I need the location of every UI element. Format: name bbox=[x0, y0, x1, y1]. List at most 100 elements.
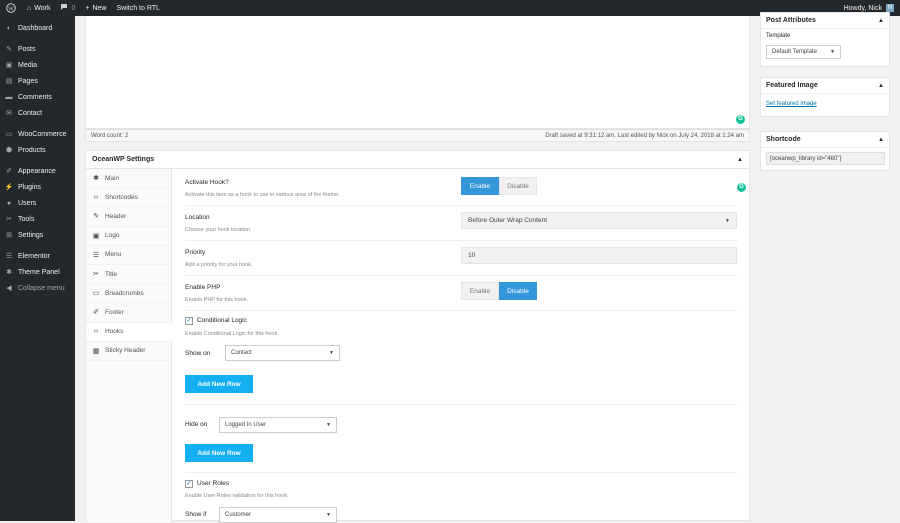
disable-button[interactable]: Disable bbox=[499, 282, 537, 300]
disable-button[interactable]: Disable bbox=[499, 177, 537, 195]
code-icon: ‹› bbox=[93, 193, 99, 201]
sidebar-item-settings[interactable]: ⊞ Settings bbox=[0, 227, 75, 243]
howdy-text: Howdy, Nick bbox=[843, 4, 882, 12]
sidebar-item-dashboard[interactable]: ◐ Dashboard bbox=[0, 20, 75, 36]
site-name-link[interactable]: ⌂ Work bbox=[22, 0, 55, 16]
tab-logo[interactable]: ▣ Logo bbox=[86, 227, 171, 246]
hide-on-label: Hide on bbox=[185, 421, 208, 428]
divider bbox=[185, 275, 737, 276]
sidebar-item-tools[interactable]: ✂ Tools bbox=[0, 211, 75, 227]
tab-header[interactable]: ✎ Header bbox=[86, 207, 171, 227]
sidebar-item-contact[interactable]: ✉ Contact bbox=[0, 105, 75, 121]
priority-input[interactable]: 10 bbox=[461, 247, 737, 264]
products-icon: ⬢ bbox=[5, 147, 13, 154]
location-select[interactable]: Before Outer Wrap Content ▼ bbox=[461, 212, 737, 229]
chevron-down-icon: ▼ bbox=[830, 49, 835, 55]
sidebar-item-pages[interactable]: ▤ Pages bbox=[0, 73, 75, 89]
post-attributes-header[interactable]: Post Attributes ▲ bbox=[761, 13, 889, 29]
show-on-select[interactable]: Contact ▼ bbox=[225, 345, 340, 361]
shortcode-box: Shortcode ▲ [oceanwp_library id="460"] bbox=[760, 131, 890, 171]
featured-image-box: Featured Image ▲ Set featured image bbox=[760, 77, 890, 117]
oceanwp-settings-header[interactable]: OceanWP Settings ▲ bbox=[86, 151, 749, 169]
sidebar-item-posts[interactable]: ✎ Posts bbox=[0, 41, 75, 57]
gear-icon: ✱ bbox=[6, 269, 12, 276]
enable-php-label: Enable PHP bbox=[185, 284, 221, 291]
pages-icon: ▤ bbox=[5, 78, 13, 85]
sidebar-item-appearance[interactable]: ✐ Appearance bbox=[0, 163, 75, 179]
template-select[interactable]: Default Template ▼ bbox=[766, 45, 841, 59]
activate-hook-label: Activate Hook? bbox=[185, 179, 229, 186]
box-title: Featured Image bbox=[766, 82, 818, 89]
comment-bubble-icon bbox=[60, 3, 68, 13]
sidebar-item-media[interactable]: ▣ Media bbox=[0, 57, 75, 73]
sidebar-item-products[interactable]: ⬢ Products bbox=[0, 142, 75, 158]
collapse-menu-button[interactable]: ◀ Collapse menu bbox=[0, 280, 75, 296]
conditional-logic-label: Conditional Logic bbox=[197, 317, 247, 324]
plus-icon: + bbox=[85, 4, 90, 12]
woo-icon: ▭ bbox=[5, 131, 13, 138]
activate-hook-toggle: Enable Disable bbox=[461, 177, 537, 195]
collapse-toggle-icon[interactable]: ▲ bbox=[878, 18, 884, 24]
sidebar-item-elementor[interactable]: ☰ Elementor bbox=[0, 248, 75, 264]
featured-image-header[interactable]: Featured Image ▲ bbox=[761, 78, 889, 94]
add-new-row-button[interactable]: Add New Row bbox=[185, 444, 253, 462]
new-label: New bbox=[92, 4, 107, 12]
comments-count: 0 bbox=[71, 4, 76, 12]
tab-main[interactable]: ✱ Main bbox=[86, 169, 171, 189]
word-count: Word count: 2 bbox=[91, 132, 129, 139]
tab-title[interactable]: ✂ Title bbox=[86, 265, 171, 285]
tab-breadcrumbs[interactable]: ▭ Breadcrumbs bbox=[86, 284, 171, 304]
content-editor[interactable]: G bbox=[85, 16, 750, 129]
breadcrumbs-icon: ▭ bbox=[92, 290, 100, 298]
wordpress-logo-icon[interactable]: W bbox=[0, 0, 22, 16]
sidebar-item-theme-panel[interactable]: ✱ Theme Panel bbox=[0, 264, 75, 280]
show-on-label: Show on bbox=[185, 350, 211, 357]
location-desc: Choose your hook location. bbox=[185, 227, 252, 233]
sidebar-item-comments[interactable]: ▬ Comments bbox=[0, 89, 75, 105]
template-label: Template bbox=[766, 33, 791, 39]
settings-tabs: ✱ Main ‹› Shortcodes ✎ Header ▣ Logo ☰ Menu ✂… bbox=[86, 169, 172, 522]
sidebar-item-users[interactable]: ● Users bbox=[0, 195, 75, 211]
show-if-label: Show if bbox=[185, 511, 207, 518]
priority-label: Priority bbox=[185, 249, 206, 256]
elementor-icon: ☰ bbox=[5, 253, 13, 260]
media-icon: ▣ bbox=[5, 62, 13, 69]
user-roles-label: User Roles bbox=[197, 480, 230, 487]
sidebar-item-plugins[interactable]: ⚡ Plugins bbox=[0, 179, 75, 195]
comments-link[interactable]: 0 bbox=[55, 0, 80, 16]
tab-menu[interactable]: ☰ Menu bbox=[86, 246, 171, 265]
grammarly-icon[interactable]: G bbox=[737, 183, 746, 192]
tab-sticky-header[interactable]: ▦ Sticky Header bbox=[86, 342, 171, 361]
grammarly-icon[interactable]: G bbox=[736, 115, 745, 124]
collapse-toggle-icon[interactable]: ▲ bbox=[878, 137, 884, 143]
enable-button[interactable]: Enable bbox=[461, 177, 499, 195]
code-icon: ‹› bbox=[93, 328, 99, 336]
user-roles-checkbox[interactable]: ✓ bbox=[185, 480, 193, 488]
contact-icon: ✉ bbox=[6, 110, 12, 117]
chevron-down-icon: ▼ bbox=[725, 217, 730, 224]
tab-shortcodes[interactable]: ‹› Shortcodes bbox=[86, 188, 171, 208]
hide-on-select[interactable]: Logged In User ▼ bbox=[219, 417, 337, 433]
shortcode-header[interactable]: Shortcode ▲ bbox=[761, 132, 889, 148]
svg-text:W: W bbox=[8, 6, 14, 12]
box-title: Post Attributes bbox=[766, 17, 816, 24]
chevron-down-icon: ▼ bbox=[326, 422, 331, 428]
enable-button[interactable]: Enable bbox=[461, 282, 499, 300]
new-content-link[interactable]: + New bbox=[80, 0, 111, 16]
collapse-toggle-icon[interactable]: ▲ bbox=[737, 157, 743, 163]
conditional-logic-checkbox[interactable]: ✓ bbox=[185, 317, 193, 325]
enable-php-toggle: Enable Disable bbox=[461, 282, 537, 300]
tab-footer[interactable]: ✐ Footer bbox=[86, 303, 171, 323]
add-new-row-button[interactable]: Add New Row bbox=[185, 375, 253, 393]
set-featured-image-link[interactable]: Set featured image bbox=[766, 101, 817, 107]
menu-icon: ☰ bbox=[92, 251, 100, 259]
priority-desc: Add a priority for your hook. bbox=[185, 262, 253, 268]
switch-rtl-link[interactable]: Switch to RTL bbox=[111, 0, 164, 16]
sidebar-item-woocommerce[interactable]: ▭ WooCommerce bbox=[0, 126, 75, 142]
location-label: Location bbox=[185, 214, 210, 221]
hooks-panel: Activate Hook? Activate this item as a h… bbox=[185, 169, 746, 523]
shortcode-field[interactable]: [oceanwp_library id="460"] bbox=[766, 152, 885, 165]
user-roles-desc: Enable User Roles validation for this ho… bbox=[185, 493, 289, 499]
tab-hooks[interactable]: ‹› Hooks bbox=[86, 322, 172, 342]
collapse-toggle-icon[interactable]: ▲ bbox=[878, 83, 884, 89]
